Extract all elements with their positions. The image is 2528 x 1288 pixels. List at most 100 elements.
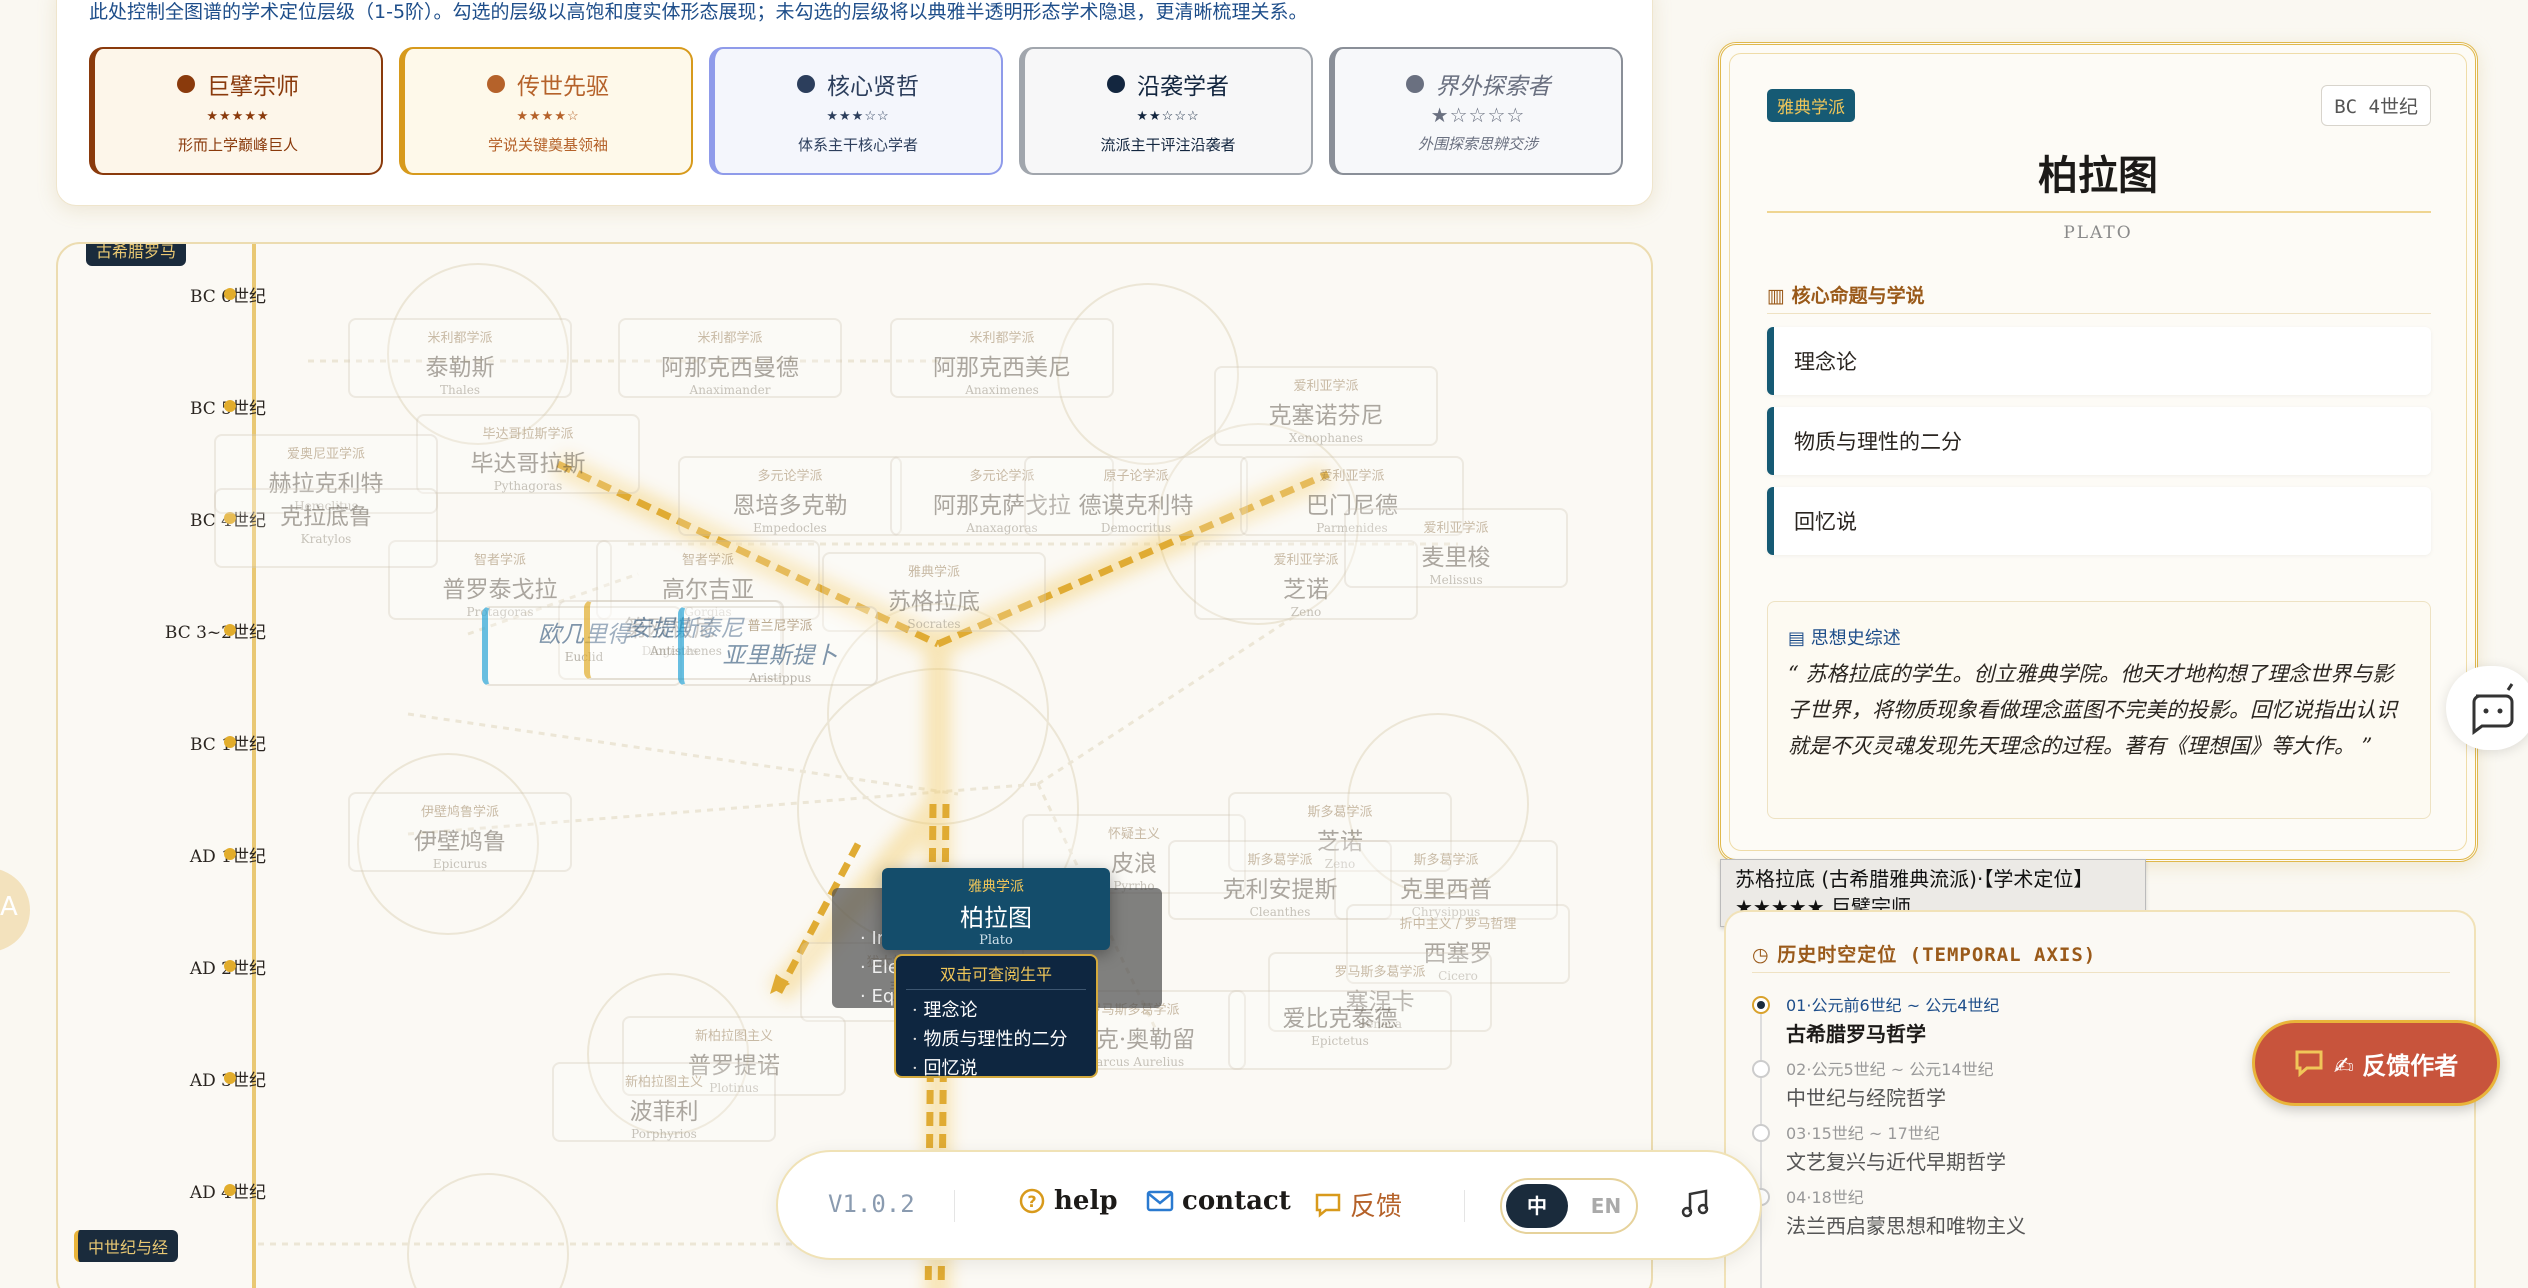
philosopher-node[interactable]: 原子论学派 德谟克利特 Democritus xyxy=(1024,456,1248,536)
separator xyxy=(1464,1190,1465,1222)
philosopher-map[interactable]: 古希腊罗马 BC 6世纪 BC 5世纪 BC 4世纪 BC 3~2世纪 BC 1… xyxy=(56,242,1653,1288)
philosopher-name: 柏拉图 xyxy=(2038,152,2158,199)
philosopher-detail-card: 雅典学派 BC 4世纪 柏拉图 PLATO ▥ 核心命题与学说 理念论 物质与理… xyxy=(1718,42,2478,862)
language-toggle[interactable]: 中 EN xyxy=(1500,1178,1638,1234)
axis-dot xyxy=(224,1184,236,1196)
node-en-name: Zeno xyxy=(1290,605,1322,619)
help-icon: ? xyxy=(1019,1188,1045,1214)
tier-stars: ★★★☆☆ xyxy=(826,109,890,124)
philosopher-node[interactable]: 爱比克泰德 Epictetus xyxy=(1228,990,1452,1070)
node-name: 伊壁鸠鲁 xyxy=(414,829,506,855)
tier-subtitle: 学说关键奠基领袖 xyxy=(487,136,608,154)
era-name: 法兰西启蒙思想和唯物主义 xyxy=(1786,1214,2026,1238)
svg-text:?: ? xyxy=(1027,1192,1036,1211)
philosopher-node[interactable]: 米利都学派阿那克西美尼 Anaximenes xyxy=(890,318,1114,398)
contact-button[interactable]: contact xyxy=(1146,1186,1291,1216)
era-dot-icon xyxy=(1752,1124,1770,1142)
ai-assistant-button[interactable] xyxy=(2446,666,2528,750)
tier-name: 界外探索者 xyxy=(1435,74,1551,100)
tier-dot-icon xyxy=(177,75,195,93)
scroll-icon: ▥ xyxy=(1767,285,1785,307)
tier-dot-icon xyxy=(487,75,505,93)
era-item[interactable]: 03·15世纪 ~ 17世纪 文艺复兴与近代早期哲学 xyxy=(1752,1120,2006,1175)
axis-dot xyxy=(224,1072,236,1084)
philosopher-node[interactable]: 多元论学派 恩培多克勒 Empedocles xyxy=(678,456,902,536)
node-en-name: Aristippus xyxy=(748,671,812,685)
tooltip-item: 回忆说 xyxy=(912,1054,1096,1083)
era-item[interactable]: 04·18世纪 法兰西启蒙思想和唯物主义 xyxy=(1752,1184,2026,1239)
axis-dot xyxy=(224,400,236,412)
tier-name: 传世先驱 xyxy=(517,74,609,100)
era-date: 03·15世纪 ~ 17世纪 xyxy=(1786,1124,1940,1143)
doctrine-item: 理念论 xyxy=(1767,327,2431,395)
tier-name: 核心贤哲 xyxy=(827,74,919,100)
node-en-name: Xenophanes xyxy=(1288,431,1364,445)
era-tag: 中世纪与经 xyxy=(74,1230,179,1262)
selected-node-plato[interactable]: 雅典学派 柏拉图 Plato xyxy=(882,868,1110,950)
left-float-button[interactable]: A xyxy=(0,868,30,952)
feedback-author-button[interactable]: ✍ 反馈作者 xyxy=(2252,1020,2500,1106)
era-dot-icon xyxy=(1752,996,1770,1014)
era-item[interactable]: 02·公元5世纪 ~ 公元14世纪 中世纪与经院哲学 xyxy=(1752,1056,1994,1111)
node-name: 普罗泰戈拉 xyxy=(442,577,558,603)
era-name: 中世纪与经院哲学 xyxy=(1786,1086,1946,1110)
philosopher-node[interactable]: 新柏拉图主义 波菲利 Porphyrios xyxy=(552,1062,776,1142)
node-school: 米利都学派 xyxy=(427,331,493,346)
tier-stars: ★★★★☆ xyxy=(516,109,580,124)
philosopher-node[interactable]: 米利都学派泰勒斯 Thales xyxy=(348,318,572,398)
tier-card-5[interactable]: 界外探索者 ★☆☆☆☆ 外围探索思辨交涉 xyxy=(1329,47,1623,175)
lang-en-option[interactable]: EN xyxy=(1582,1184,1630,1228)
philosopher-node[interactable]: 毕达哥拉斯学派 毕达哥拉斯 Pythagoras xyxy=(416,414,640,494)
lang-zh-option[interactable]: 中 xyxy=(1506,1184,1568,1228)
node-name: 高尔吉亚 xyxy=(662,577,754,603)
divider xyxy=(1767,211,2431,213)
era-date: 04·18世纪 xyxy=(1786,1188,1864,1207)
philosopher-node[interactable]: 米利都学派 阿那克西曼德 Anaximander xyxy=(618,318,842,398)
music-button[interactable] xyxy=(1678,1186,1714,1226)
node-en-name: Thales xyxy=(440,383,480,397)
tier-card-1[interactable]: 巨擘宗师 ★★★★★ 形而上学巅峰巨人 xyxy=(89,47,383,175)
node-en-name: Anaximander xyxy=(689,383,771,397)
node-name: 波菲利 xyxy=(629,1099,699,1125)
philosopher-node[interactable]: 克拉底鲁 Kratylos xyxy=(214,488,438,568)
node-en-name: Porphyrios xyxy=(631,1127,697,1141)
node-school: 新柏拉图主义 xyxy=(694,1029,773,1044)
philosopher-node[interactable]: 普兰尼学派 亚里斯提卜 Aristippus xyxy=(678,606,878,686)
philosopher-node[interactable]: 爱利亚学派 麦里梭 Melissus xyxy=(1344,508,1568,588)
node-school: 爱利亚学派 xyxy=(1319,469,1385,484)
tier-card-4[interactable]: 沿袭学者 ★★☆☆☆ 流派主干评注沿袭者 xyxy=(1019,47,1313,175)
node-school: 米利都学派 xyxy=(969,331,1035,346)
feedback-label: ✍ 反馈作者 xyxy=(2333,1051,2459,1080)
tooltip-item: 理念论 xyxy=(912,996,1096,1025)
help-button[interactable]: ? help xyxy=(1018,1186,1118,1216)
contact-label: contact xyxy=(1182,1186,1291,1216)
bio-title-text: 思想史综述 xyxy=(1810,628,1901,649)
tier-filter-panel: 此处控制全图谱的学术定位层级（1-5阶）。勾选的层级以高饱和度实体形态展现；未勾… xyxy=(56,0,1653,206)
era-dot-icon xyxy=(1752,1060,1770,1078)
node-name: 泰勒斯 xyxy=(425,355,495,381)
node-school: 斯多葛学派 xyxy=(1307,805,1373,820)
tier-card-3[interactable]: 核心贤哲 ★★★☆☆ 体系主干核心学者 xyxy=(709,47,1003,175)
era-date: 02·公元5世纪 ~ 公元14世纪 xyxy=(1786,1060,1994,1079)
divider xyxy=(1752,972,2450,973)
node-name: 克拉底鲁 xyxy=(280,504,372,530)
philosopher-node[interactable]: 爱利亚学派 克塞诺芬尼 Xenophanes xyxy=(1214,366,1438,446)
node-school: 原子论学派 xyxy=(1103,469,1169,484)
tier-subtitle: 外围探索思辨交涉 xyxy=(1417,135,1538,153)
biography-box: ▤ 思想史综述 “ 苏格拉底的学生。创立雅典学院。他天才地构想了理念世界与影子世… xyxy=(1767,601,2431,819)
node-en-name: Anaximenes xyxy=(965,383,1039,397)
feedback-button[interactable]: 反馈 xyxy=(1314,1186,1402,1223)
tier-subtitle: 流派主干评注沿袭者 xyxy=(1100,136,1236,154)
tier-stars: ★★★★★ xyxy=(206,109,270,124)
axis-dot xyxy=(224,736,236,748)
tier-card-2[interactable]: 传世先驱 ★★★★☆ 学说关键奠基领袖 xyxy=(399,47,693,175)
separator xyxy=(954,1190,955,1222)
chat-bubble-icon xyxy=(1315,1193,1341,1218)
node-school: 雅典学派 xyxy=(968,879,1024,895)
node-name: 阿那克西美尼 xyxy=(933,355,1071,381)
node-name: 恩培多克勒 xyxy=(732,493,848,519)
axis-dot xyxy=(224,288,236,300)
era-item[interactable]: 01·公元前6世纪 ~ 公元4世纪 古希腊罗马哲学 xyxy=(1752,992,1999,1047)
node-school: 智者学派 xyxy=(681,553,734,568)
philosopher-node[interactable]: 伊壁鸠鲁学派 伊壁鸠鲁 Epicurus xyxy=(348,792,572,872)
